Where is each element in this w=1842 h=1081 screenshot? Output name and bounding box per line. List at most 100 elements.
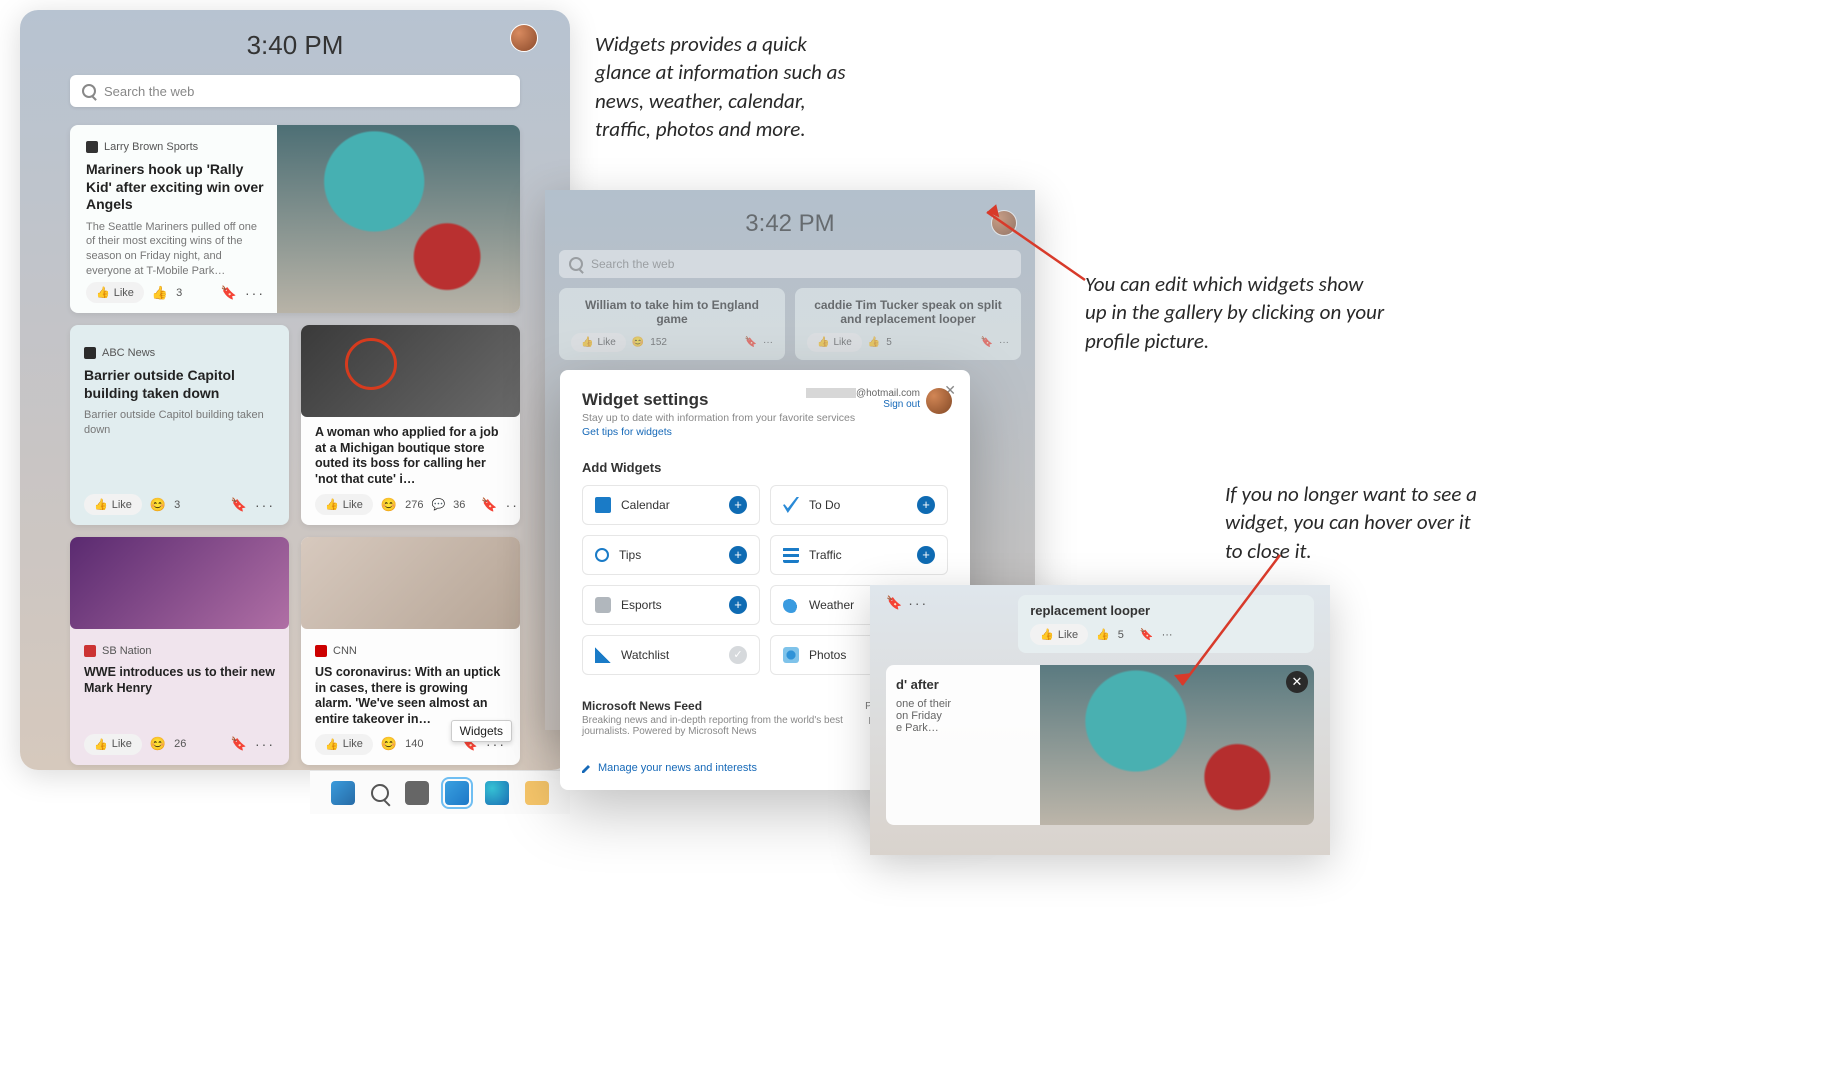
reaction-icon[interactable]: 👍 — [868, 337, 880, 348]
photos-icon — [783, 647, 799, 663]
source-label: ABC News — [102, 347, 155, 359]
bookmark-icon[interactable]: 🔖 — [981, 337, 993, 348]
reaction-icon[interactable]: 😊 — [150, 736, 166, 752]
like-button[interactable]: 👍Like — [84, 494, 142, 515]
like-button[interactable]: 👍Like — [315, 494, 373, 515]
search-input[interactable]: Search the web — [70, 75, 520, 107]
bookmark-icon[interactable]: 🔖 — [221, 285, 237, 301]
add-icon[interactable]: + — [729, 546, 747, 564]
like-button[interactable]: 👍Like — [571, 333, 626, 352]
taskbar — [310, 770, 570, 814]
card-actions-strip: 🔖 ··· — [886, 595, 928, 611]
bookmark-icon[interactable]: 🔖 — [231, 497, 247, 513]
bookmark-icon[interactable]: 🔖 — [1140, 628, 1154, 641]
like-button[interactable]: 👍Like — [315, 734, 373, 755]
more-icon[interactable]: ··· — [255, 497, 275, 513]
news-card-mariners[interactable]: Larry Brown Sports Mariners hook up 'Ral… — [70, 125, 520, 313]
arrow-to-close — [1170, 545, 1310, 705]
article-image — [70, 537, 289, 629]
news-card-wwe[interactable]: SB Nation WWE introduces us to their new… — [70, 537, 289, 765]
snippet: Barrier outside Capitol building taken d… — [84, 408, 275, 438]
bookmark-icon[interactable]: 🔖 — [481, 497, 497, 513]
news-mini-card[interactable]: caddie Tim Tucker speak on split and rep… — [795, 288, 1021, 360]
comment-count: 36 — [453, 499, 465, 511]
edge-icon[interactable] — [485, 781, 509, 805]
add-icon[interactable]: + — [917, 546, 935, 564]
reaction-count: 3 — [174, 499, 180, 511]
clock: 3:40 PM — [70, 30, 520, 61]
article-image — [277, 125, 520, 313]
profile-avatar[interactable] — [926, 388, 952, 414]
signout-link[interactable]: Sign out — [883, 399, 920, 410]
source-icon — [86, 141, 98, 153]
add-icon[interactable]: + — [729, 596, 747, 614]
more-icon[interactable]: ··· — [999, 337, 1009, 348]
headline: Mariners hook up 'Rally Kid' after excit… — [86, 161, 265, 214]
widget-item-traffic[interactable]: Traffic+ — [770, 535, 948, 575]
news-card-capitol[interactable]: ABC News Barrier outside Capitol buildin… — [70, 325, 289, 525]
check-icon[interactable]: ✓ — [729, 646, 747, 664]
pencil-icon — [582, 763, 592, 773]
reaction-icon[interactable]: 😊 — [632, 337, 644, 348]
widget-item-watchlist[interactable]: Watchlist✓ — [582, 635, 760, 675]
more-icon[interactable]: ··· — [255, 736, 275, 752]
reaction-count: 276 — [405, 499, 423, 511]
widgets-gallery-panel: 3:40 PM Search the web Larry Brown Sport… — [20, 10, 570, 770]
snippet: The Seattle Mariners pulled off one of t… — [86, 220, 265, 279]
esports-icon — [595, 597, 611, 613]
reaction-icon[interactable]: 👍 — [1096, 628, 1110, 641]
headline: caddie Tim Tucker speak on split and rep… — [807, 298, 1009, 327]
like-button[interactable]: 👍Like — [84, 734, 142, 755]
comment-icon[interactable]: 💬 — [431, 498, 445, 511]
profile-avatar[interactable] — [510, 24, 538, 52]
reaction-icon[interactable]: 👍 — [152, 285, 168, 301]
like-button[interactable]: 👍Like — [86, 282, 144, 303]
widget-item-esports[interactable]: Esports+ — [582, 585, 760, 625]
widget-item-todo[interactable]: To Do+ — [770, 485, 948, 525]
todo-icon — [783, 497, 799, 513]
widget-item-tips[interactable]: Tips+ — [582, 535, 760, 575]
explorer-icon[interactable] — [525, 781, 549, 805]
reaction-count: 26 — [174, 738, 186, 750]
add-icon[interactable]: + — [917, 496, 935, 514]
headline: Barrier outside Capitol building taken d… — [84, 367, 275, 402]
more-icon[interactable]: ··· — [245, 285, 265, 301]
source-icon — [315, 645, 327, 657]
user-email: @hotmail.comSign out — [806, 388, 920, 410]
headline: US coronavirus: With an uptick in cases,… — [315, 665, 506, 728]
add-icon[interactable]: + — [729, 496, 747, 514]
reaction-count: 3 — [176, 287, 182, 299]
tips-icon — [595, 548, 609, 562]
bookmark-icon[interactable]: 🔖 — [745, 337, 757, 348]
like-button[interactable]: 👍Like — [1030, 624, 1088, 645]
reaction-icon[interactable]: 😊 — [381, 736, 397, 752]
start-icon[interactable] — [331, 781, 355, 805]
news-mini-card[interactable]: William to take him to England game 👍Lik… — [559, 288, 785, 360]
traffic-icon — [783, 547, 799, 563]
search-icon[interactable] — [371, 784, 389, 802]
more-icon[interactable]: ··· — [908, 595, 928, 611]
source-label: Larry Brown Sports — [104, 141, 198, 153]
bookmark-icon[interactable]: 🔖 — [886, 595, 902, 611]
annotation-intro: Widgets provides a quick glance at infor… — [595, 30, 865, 143]
source-label: CNN — [333, 645, 357, 657]
widgets-icon[interactable] — [445, 781, 469, 805]
like-button[interactable]: 👍Like — [807, 333, 862, 352]
reaction-icon[interactable]: 😊 — [150, 497, 166, 513]
more-icon[interactable]: ··· — [506, 497, 520, 513]
source-icon — [84, 347, 96, 359]
reaction-icon[interactable]: 😊 — [381, 497, 397, 513]
search-placeholder: Search the web — [591, 257, 674, 271]
source-icon — [84, 645, 96, 657]
widget-item-calendar[interactable]: Calendar+ — [582, 485, 760, 525]
annotation-edit: You can edit which widgets show up in th… — [1085, 270, 1385, 355]
bookmark-icon[interactable]: 🔖 — [231, 736, 247, 752]
search-icon — [82, 84, 96, 98]
tips-link[interactable]: Get tips for widgets — [582, 426, 948, 438]
search-input[interactable]: Search the web — [559, 250, 1021, 278]
headline-fragment: d' after — [896, 677, 1030, 692]
news-card-boutique[interactable]: A woman who applied for a job at a Michi… — [301, 325, 520, 525]
taskview-icon[interactable] — [405, 781, 429, 805]
more-icon[interactable]: ··· — [763, 337, 773, 348]
reaction-count: 140 — [405, 738, 423, 750]
